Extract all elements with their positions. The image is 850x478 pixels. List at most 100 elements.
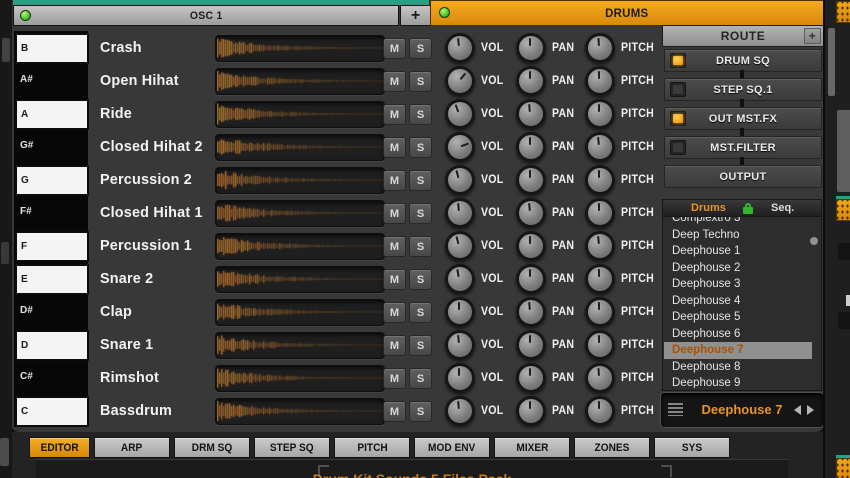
route-button-out-mst-fx[interactable]: OUT MST.FX bbox=[664, 107, 822, 130]
mute-button[interactable]: M bbox=[383, 401, 406, 422]
mute-button[interactable]: M bbox=[383, 335, 406, 356]
waveform-display[interactable] bbox=[215, 167, 385, 194]
piano-key-black[interactable]: A# bbox=[15, 66, 85, 93]
solo-button[interactable]: S bbox=[409, 236, 432, 257]
waveform-display[interactable] bbox=[215, 134, 385, 161]
pitch-knob[interactable] bbox=[585, 363, 615, 393]
waveform-display[interactable] bbox=[215, 35, 385, 62]
solo-button[interactable]: S bbox=[409, 335, 432, 356]
route-add-button[interactable]: + bbox=[804, 28, 821, 44]
piano-key-black[interactable]: D# bbox=[15, 297, 85, 324]
piano-key-white[interactable]: F bbox=[15, 231, 89, 262]
waveform-display[interactable] bbox=[215, 398, 385, 425]
piano-key-white[interactable]: A bbox=[15, 99, 89, 130]
solo-button[interactable]: S bbox=[409, 368, 432, 389]
route-checkbox[interactable] bbox=[670, 111, 686, 126]
preset-list-item[interactable]: Deephouse 8 bbox=[664, 359, 812, 376]
pitch-knob[interactable] bbox=[585, 231, 615, 261]
piano-key-black[interactable]: G# bbox=[15, 132, 85, 159]
pitch-knob[interactable] bbox=[585, 396, 615, 426]
vol-knob[interactable] bbox=[445, 297, 475, 327]
vol-knob[interactable] bbox=[445, 165, 475, 195]
piano-key-white[interactable]: D bbox=[15, 330, 89, 361]
pitch-knob[interactable] bbox=[585, 33, 615, 63]
solo-button[interactable]: S bbox=[409, 38, 432, 59]
preset-list-item[interactable]: Deephouse 1 bbox=[664, 243, 812, 260]
rack-drag-handle-icon[interactable] bbox=[836, 1, 850, 23]
mute-button[interactable]: M bbox=[383, 71, 406, 92]
pan-knob[interactable] bbox=[516, 66, 546, 96]
piano-key-white[interactable]: G bbox=[15, 165, 89, 196]
preset-list-item[interactable]: Deephouse 7 bbox=[664, 342, 812, 359]
pan-knob[interactable] bbox=[516, 165, 546, 195]
vol-knob[interactable] bbox=[445, 66, 475, 96]
preset-list-item[interactable]: Deephouse 9 bbox=[664, 375, 812, 388]
pan-knob[interactable] bbox=[516, 330, 546, 360]
solo-button[interactable]: S bbox=[409, 302, 432, 323]
page-tab-editor[interactable]: EDITOR bbox=[29, 437, 90, 458]
pitch-knob[interactable] bbox=[585, 330, 615, 360]
mute-button[interactable]: M bbox=[383, 368, 406, 389]
piano-key-black[interactable]: C# bbox=[15, 363, 85, 390]
solo-button[interactable]: S bbox=[409, 137, 432, 158]
waveform-display[interactable] bbox=[215, 365, 385, 392]
next-preset-arrow[interactable] bbox=[807, 405, 814, 415]
vol-knob[interactable] bbox=[445, 33, 475, 63]
pan-knob[interactable] bbox=[516, 99, 546, 129]
rack-drag-handle-icon[interactable] bbox=[836, 458, 850, 478]
tab-drums[interactable]: DRUMS bbox=[430, 0, 824, 26]
rack-drag-handle-icon[interactable] bbox=[836, 199, 850, 221]
mute-button[interactable]: M bbox=[383, 203, 406, 224]
waveform-display[interactable] bbox=[215, 233, 385, 260]
solo-button[interactable]: S bbox=[409, 269, 432, 290]
pan-knob[interactable] bbox=[516, 132, 546, 162]
pan-knob[interactable] bbox=[516, 363, 546, 393]
solo-button[interactable]: S bbox=[409, 170, 432, 191]
waveform-display[interactable] bbox=[215, 332, 385, 359]
page-tab-mixer[interactable]: MIXER bbox=[494, 437, 570, 458]
piano-key-white[interactable]: C bbox=[15, 396, 89, 427]
page-tab-sys[interactable]: SYS bbox=[654, 437, 730, 458]
solo-button[interactable]: S bbox=[409, 71, 432, 92]
previous-preset-arrow[interactable] bbox=[794, 405, 801, 415]
mute-button[interactable]: M bbox=[383, 236, 406, 257]
waveform-display[interactable] bbox=[215, 266, 385, 293]
page-tab-zones[interactable]: ZONES bbox=[574, 437, 650, 458]
preset-list-item[interactable]: Deephouse 2 bbox=[664, 260, 812, 277]
add-oscillator-button[interactable]: + bbox=[400, 5, 431, 26]
piano-key-white[interactable]: E bbox=[15, 264, 89, 295]
preset-selector-bar[interactable]: Deephouse 7 bbox=[660, 392, 824, 428]
waveform-display[interactable] bbox=[215, 200, 385, 227]
pitch-knob[interactable] bbox=[585, 198, 615, 228]
vol-knob[interactable] bbox=[445, 231, 475, 261]
preset-list-item[interactable]: Deephouse 6 bbox=[664, 326, 812, 343]
page-tab-arp[interactable]: ARP bbox=[94, 437, 170, 458]
page-tab-mod-env[interactable]: MOD ENV bbox=[414, 437, 490, 458]
vol-knob[interactable] bbox=[445, 396, 475, 426]
pitch-knob[interactable] bbox=[585, 165, 615, 195]
solo-button[interactable]: S bbox=[409, 104, 432, 125]
preset-list-item[interactable]: Deep Techno bbox=[664, 227, 812, 244]
preset-list-item[interactable]: Deephouse 4 bbox=[664, 293, 812, 310]
solo-button[interactable]: S bbox=[409, 203, 432, 224]
mute-button[interactable]: M bbox=[383, 38, 406, 59]
pitch-knob[interactable] bbox=[585, 264, 615, 294]
mute-button[interactable]: M bbox=[383, 269, 406, 290]
mute-button[interactable]: M bbox=[383, 137, 406, 158]
vol-knob[interactable] bbox=[445, 330, 475, 360]
preset-list-item[interactable]: Complextro 3 bbox=[664, 217, 812, 227]
pan-knob[interactable] bbox=[516, 33, 546, 63]
waveform-display[interactable] bbox=[215, 299, 385, 326]
solo-button[interactable]: S bbox=[409, 401, 432, 422]
preset-list-item[interactable]: Deephouse 3 bbox=[664, 276, 812, 293]
waveform-display[interactable] bbox=[215, 68, 385, 95]
route-checkbox[interactable] bbox=[670, 140, 686, 155]
pitch-knob[interactable] bbox=[585, 132, 615, 162]
piano-key-black[interactable]: F# bbox=[15, 198, 85, 225]
page-tab-drm-sq[interactable]: DRM SQ bbox=[174, 437, 250, 458]
waveform-display[interactable] bbox=[215, 101, 385, 128]
pan-knob[interactable] bbox=[516, 198, 546, 228]
mute-button[interactable]: M bbox=[383, 302, 406, 323]
vol-knob[interactable] bbox=[445, 132, 475, 162]
mute-button[interactable]: M bbox=[383, 104, 406, 125]
